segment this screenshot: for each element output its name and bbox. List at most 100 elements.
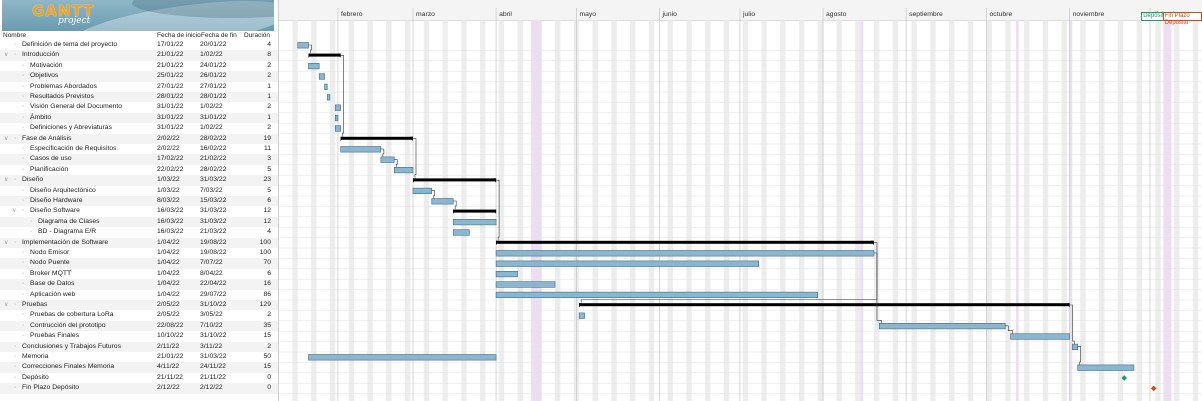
task-row[interactable]: ◦ Pruebas Finales 10/10/22 31/10/22 15 (0, 331, 278, 341)
task-row[interactable]: ◦ Diseño Hardware 8/03/22 15/03/22 6 (0, 196, 278, 207)
task-row[interactable]: ∨ ◦ Introducción 21/01/22 1/02/22 8 (0, 50, 278, 61)
task-row[interactable]: ◦ Motivación 21/01/22 24/01/22 2 (0, 61, 278, 71)
month-label: octubre (990, 11, 1013, 18)
task-row[interactable]: ◦ Pruebas de cobertura LoRa 2/05/22 3/05/22… (0, 310, 278, 320)
task-duration: 12 (263, 217, 271, 225)
task-row[interactable]: ◦ Fin Plazo Depósito 2/12/22 2/12/22 0 (0, 383, 278, 394)
column-header-duration[interactable]: Duración (244, 32, 270, 39)
task-row[interactable]: ◦ Especificación de Requisitos 2/02/22 16/0… (0, 144, 278, 154)
expand-chevron-icon[interactable]: ∨ (4, 238, 8, 248)
task-bullet-icon: ◦ (14, 42, 17, 48)
task-duration: 5 (267, 186, 271, 194)
task-name: Diseño Arquitectónico (30, 186, 96, 194)
task-row[interactable]: ◦ BD - Diagrama E/R 16/03/22 21/03/22 4 (0, 227, 278, 237)
weekend-stripe (1080, 20, 1086, 401)
expand-chevron-icon[interactable]: ∨ (12, 206, 16, 216)
task-row[interactable]: ◦ Definición de tema del proyecto 17/01/22… (0, 40, 278, 50)
expand-chevron-icon[interactable]: ∨ (4, 175, 8, 185)
month-label: septiembre (909, 11, 943, 18)
task-duration: 2 (267, 311, 271, 319)
task-start-date: 4/11/22 (157, 363, 180, 371)
task-bullet-icon: ◦ (22, 198, 25, 204)
task-row[interactable]: ◦ Base de Datos 1/04/22 22/04/22 16 (0, 279, 278, 290)
task-bar (495, 291, 818, 299)
task-duration: 8 (267, 51, 271, 59)
holiday-stripe (860, 20, 864, 401)
task-start-date: 2/11/22 (157, 342, 180, 350)
task-name: Pruebas (22, 301, 48, 308)
task-bar (578, 312, 585, 319)
expand-chevron-icon[interactable]: ∨ (4, 50, 8, 60)
task-row[interactable]: ◦ Memoria 21/01/22 31/03/22 50 (0, 352, 278, 362)
task-row[interactable]: ◦ Visión General del Documento 31/01/22 1/0… (0, 102, 278, 112)
task-row[interactable]: ∨ ◦ Implementación de Software 1/04/22 19/08… (0, 237, 278, 248)
task-row[interactable]: ◦ Resultados Previstos 28/01/22 28/01/22 1 (0, 92, 278, 103)
task-row[interactable]: ∨ ◦ Diseño Software 16/03/22 31/03/22 12 (0, 206, 278, 216)
task-row[interactable]: ◦ Casos de uso 17/02/22 21/02/22 3 (0, 154, 278, 165)
task-row[interactable]: ◦ Definiciones y Abreviaturas 31/01/22 1/02… (0, 123, 278, 133)
task-bar (495, 260, 760, 267)
task-row[interactable]: ◦ Aplicación web 1/04/22 29/07/22 86 (0, 290, 278, 300)
task-row[interactable]: ◦ Objetivos 25/01/22 26/01/22 2 (0, 71, 278, 82)
weekend-stripe (1099, 20, 1105, 401)
task-end-date: 31/03/22 (200, 217, 227, 225)
weekend-stripe (498, 20, 505, 401)
expand-chevron-icon[interactable]: ∨ (4, 300, 8, 310)
task-bullet-icon: ◦ (22, 156, 25, 163)
task-start-date: 2/05/22 (157, 311, 180, 319)
task-name: Nodo Emisor (30, 249, 70, 256)
task-row[interactable]: ◦ Diseño Arquitectónico 1/03/22 7/03/22 5 (0, 186, 278, 196)
column-header-end[interactable]: Fecha de fin (201, 32, 237, 39)
task-row[interactable]: ◦ Contrucción del prototipo 22/08/22 7/10/2… (0, 320, 278, 332)
task-row[interactable]: ◦ Depósito 21/11/22 21/11/22 0 (0, 373, 278, 383)
task-name: Memoria (22, 353, 49, 360)
task-row[interactable]: ◦ Diagrama de Clases 16/03/22 31/03/22 12 (0, 216, 278, 228)
task-row[interactable]: ◦ Conclusiones y Trabajos Futuros 2/11/22 3… (0, 341, 278, 352)
task-row[interactable]: ◦ Planificación 22/02/22 28/02/22 5 (0, 165, 278, 175)
task-table: GANTT project Nombre Fecha de inicio Fec… (0, 0, 279, 401)
task-bar (452, 229, 470, 236)
task-row[interactable]: ◦ Problemas Abordados 27/01/22 27/01/22 1 (0, 82, 278, 92)
weekend-stripe (873, 20, 880, 401)
task-duration: 100 (259, 249, 271, 256)
weekend-stripe (442, 20, 448, 401)
task-bar (495, 250, 875, 257)
task-row[interactable]: ◦ Broker MQTT 1/04/22 8/04/22 6 (0, 269, 278, 279)
weekend-stripe (817, 20, 824, 401)
task-row[interactable]: ◦ Nodo Emisor 1/04/22 19/08/22 100 (0, 248, 278, 258)
weekend-stripe (798, 20, 805, 401)
task-row[interactable]: ∨ ◦ Diseño 1/03/22 31/03/22 23 (0, 175, 278, 186)
task-bullet-icon: ◦ (14, 374, 17, 381)
column-header-start[interactable]: Fecha de inicio (157, 32, 201, 39)
task-start-date: 1/04/22 (157, 290, 180, 298)
task-duration: 86 (263, 290, 271, 298)
task-bar (431, 198, 454, 205)
task-start-date: 16/03/22 (157, 207, 184, 215)
weekend-stripe (592, 20, 598, 401)
task-bar (340, 146, 382, 153)
task-row[interactable]: ◦ Ámbito 31/01/22 31/01/22 1 (0, 112, 278, 124)
column-header-name[interactable]: Nombre (3, 32, 26, 39)
task-bullet-icon: ◦ (30, 218, 33, 225)
task-duration: 3 (267, 155, 271, 163)
task-bullet-icon: ◦ (14, 52, 17, 59)
task-bar (318, 73, 325, 80)
weekend-stripe (311, 20, 317, 401)
task-bar (308, 354, 497, 361)
task-name: Definición de tema del proyecto (22, 41, 118, 48)
task-bar (324, 83, 328, 90)
task-row[interactable]: ∨ ◦ Pruebas 2/05/22 31/10/22 129 (0, 300, 278, 311)
task-bullet-icon: ◦ (22, 114, 25, 121)
task-end-date: 2/12/22 (200, 384, 223, 392)
task-duration: 6 (267, 269, 271, 277)
task-name: Depósito (22, 373, 49, 381)
task-row[interactable]: ◦ Correcciones Finales Memoria 4/11/22 24/1… (0, 362, 278, 373)
expand-chevron-icon[interactable]: ∨ (4, 134, 8, 144)
task-row[interactable]: ∨ ◦ Fase de Análisis 2/02/22 28/02/22 19 (0, 133, 278, 144)
task-end-date: 22/04/22 (200, 280, 227, 288)
task-end-date: 19/08/22 (200, 238, 227, 246)
task-start-date: 22/02/22 (157, 165, 184, 173)
task-bar (393, 167, 414, 174)
task-bullet-icon: ◦ (22, 125, 25, 132)
task-row[interactable]: ◦ Nodo Puente 1/04/22 7/07/22 70 (0, 258, 278, 269)
